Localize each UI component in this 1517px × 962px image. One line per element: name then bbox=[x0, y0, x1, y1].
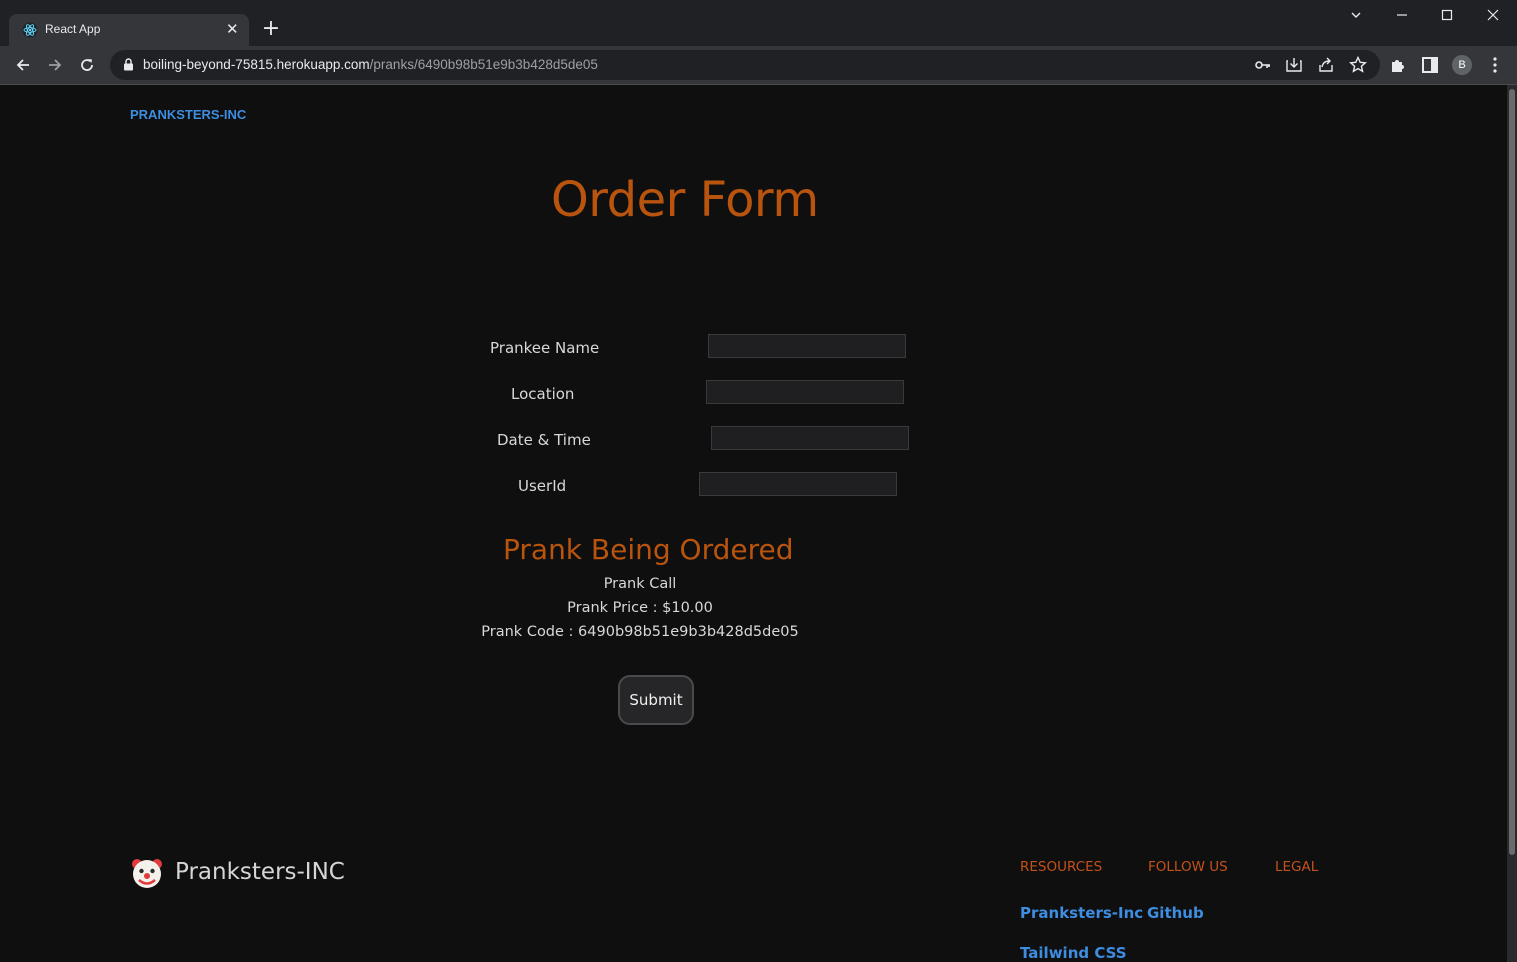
back-arrow-icon[interactable] bbox=[11, 53, 35, 77]
footer-link-tailwind-css[interactable]: Tailwind CSS bbox=[1020, 944, 1127, 962]
page-viewport: PRANKSTERS-INC Order Form Prankee Name L… bbox=[0, 85, 1507, 962]
footer-heading-resources: RESOURCES bbox=[1020, 859, 1103, 875]
submit-button[interactable]: Submit bbox=[618, 675, 694, 725]
profile-avatar[interactable]: B bbox=[1452, 55, 1472, 75]
address-bar[interactable]: boiling-beyond-75815.herokuapp.com/prank… bbox=[110, 50, 1380, 80]
location-input[interactable] bbox=[706, 380, 904, 404]
tab-search-chevron-icon[interactable] bbox=[1333, 0, 1379, 30]
clown-face-icon bbox=[132, 859, 162, 888]
minimize-icon[interactable] bbox=[1379, 0, 1425, 30]
date-time-label: Date & Time bbox=[497, 431, 591, 449]
url-text[interactable]: boiling-beyond-75815.herokuapp.com/prank… bbox=[143, 57, 598, 72]
scrollbar-thumb[interactable] bbox=[1509, 89, 1515, 855]
userid-label: UserId bbox=[518, 477, 567, 495]
nav-brand-link[interactable]: PRANKSTERS-INC bbox=[130, 107, 246, 122]
side-panel-icon[interactable] bbox=[1420, 55, 1440, 75]
date-time-input[interactable] bbox=[711, 426, 909, 450]
footer-heading-follow-us: FOLLOW US bbox=[1148, 859, 1228, 875]
key-icon[interactable] bbox=[1253, 55, 1273, 75]
extensions-puzzle-icon[interactable] bbox=[1388, 55, 1408, 75]
prank-section-heading: Prank Being Ordered bbox=[503, 533, 794, 566]
footer-heading-legal: LEGAL bbox=[1275, 859, 1319, 875]
prankee-name-label: Prankee Name bbox=[490, 339, 600, 357]
forward-arrow-icon[interactable] bbox=[43, 53, 67, 77]
tab-close-icon[interactable]: ✕ bbox=[226, 20, 239, 38]
tab-title: React App bbox=[45, 22, 101, 36]
page-title: Order Form bbox=[551, 172, 819, 228]
prank-price: Prank Price : $10.00 bbox=[567, 600, 713, 616]
kebab-menu-icon[interactable] bbox=[1485, 55, 1505, 75]
browser-toolbar: boiling-beyond-75815.herokuapp.com/prank… bbox=[0, 46, 1517, 85]
browser-tab[interactable]: React App ✕ bbox=[9, 14, 249, 46]
url-path: /pranks/6490b98b51e9b3b428d5de05 bbox=[369, 57, 598, 72]
footer-link-github[interactable]: Github bbox=[1147, 904, 1204, 922]
footer-brand: Pranksters-INC bbox=[175, 859, 345, 885]
vertical-scrollbar[interactable] bbox=[1507, 85, 1517, 962]
bookmark-star-icon[interactable] bbox=[1348, 55, 1368, 75]
maximize-icon[interactable] bbox=[1424, 0, 1470, 30]
userid-input[interactable] bbox=[699, 472, 897, 496]
prankee-name-input[interactable] bbox=[708, 334, 906, 358]
new-tab-button[interactable]: + bbox=[258, 17, 284, 43]
footer-link-pranksters-inc[interactable]: Pranksters-Inc bbox=[1020, 904, 1143, 922]
browser-tab-strip: React App ✕ + bbox=[0, 0, 1517, 46]
share-icon[interactable] bbox=[1316, 55, 1336, 75]
location-label: Location bbox=[511, 385, 575, 403]
prank-code: Prank Code : 6490b98b51e9b3b428d5de05 bbox=[481, 624, 799, 640]
close-window-icon[interactable] bbox=[1470, 0, 1516, 30]
lock-icon bbox=[124, 58, 133, 71]
url-host: boiling-beyond-75815.herokuapp.com bbox=[143, 57, 370, 72]
reload-icon[interactable] bbox=[75, 53, 99, 77]
install-app-icon[interactable] bbox=[1284, 55, 1304, 75]
prank-name: Prank Call bbox=[603, 576, 677, 592]
react-logo-icon bbox=[22, 22, 38, 38]
